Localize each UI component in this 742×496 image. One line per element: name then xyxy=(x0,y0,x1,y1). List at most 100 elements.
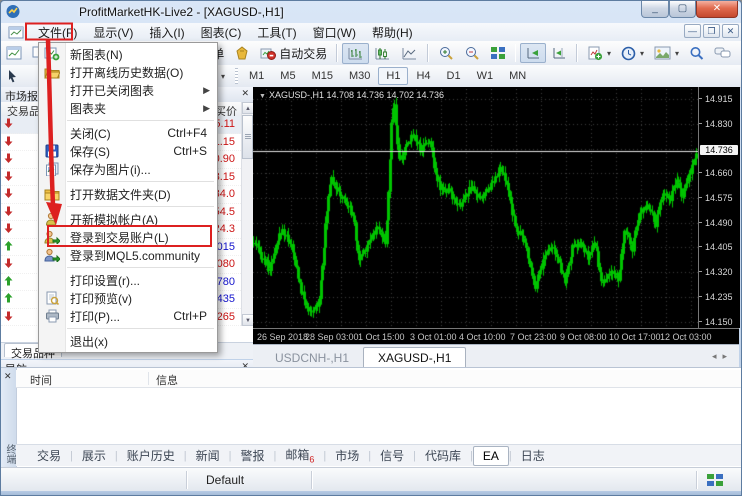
market-watch-close-icon[interactable]: ✕ xyxy=(241,88,249,99)
menu-separator xyxy=(67,328,214,329)
terminal-tab-账户历史[interactable]: 账户历史 xyxy=(118,445,184,466)
file-menu-item-2[interactable]: 打开已关闭图表▶ xyxy=(39,81,217,99)
periods-button[interactable]: ▾ xyxy=(616,43,649,64)
menubar-item-2[interactable]: 插入(I) xyxy=(141,22,192,43)
up-arrow-icon xyxy=(1,240,15,254)
terminal-tab-市场[interactable]: 市场 xyxy=(326,445,368,466)
chart-menu-icon[interactable]: ▼ xyxy=(259,93,266,100)
minimize-button[interactable]: _ xyxy=(641,1,669,18)
file-menu-dropdown: 新图表(N)打开离线历史数据(O)打开已关闭图表▶图表夹▶ 关闭(C)Ctrl+F… xyxy=(38,42,218,353)
file-menu-item-13[interactable]: 打印(P)...Ctrl+P xyxy=(39,307,217,325)
menubar-item-4[interactable]: 工具(T) xyxy=(249,22,304,43)
autotrading-button[interactable]: 自动交易 xyxy=(255,42,332,65)
scroll-thumb[interactable] xyxy=(242,115,253,159)
terminal-tab-警报[interactable]: 警报 xyxy=(232,445,274,466)
zoom-in-button[interactable] xyxy=(433,43,459,64)
menu-separator xyxy=(67,267,214,268)
file-menu-item-11[interactable]: 打印设置(r)... xyxy=(39,271,217,289)
terminal-tab-日志[interactable]: 日志 xyxy=(512,445,554,466)
maximize-button[interactable]: ▢ xyxy=(669,1,696,18)
candlestick-chart-button[interactable] xyxy=(369,43,396,64)
close-button[interactable]: ✕ xyxy=(696,1,738,18)
timeframe-m30[interactable]: M30 xyxy=(341,67,378,85)
menubar-item-6[interactable]: 帮助(H) xyxy=(364,22,421,43)
chart-tab-bar: USDCNH-,H1XAGUSD-,H1 ◂▸ xyxy=(253,344,739,368)
terminal-panel: ✕ 终端 时间 信息 交易|展示|账户历史|新闻|警报|邮箱6|市场|信号|代码… xyxy=(1,367,742,468)
price-axis[interactable]: 14.91514.83014.66014.57514.49014.40514.3… xyxy=(698,87,740,328)
timeframe-m1[interactable]: M1 xyxy=(241,67,272,85)
menubar-item-5[interactable]: 窗口(W) xyxy=(305,22,364,43)
profile-name[interactable]: Default xyxy=(206,473,244,487)
timeframe-m5[interactable]: M5 xyxy=(272,67,303,85)
terminal-tab-展示[interactable]: 展示 xyxy=(73,445,115,466)
menubar-item-1[interactable]: 显示(V) xyxy=(85,22,141,43)
file-menu-item-9[interactable]: 登录到交易账户(L) xyxy=(39,228,217,246)
timeframe-mn[interactable]: MN xyxy=(501,67,534,85)
chart-tab-xagusd-h1[interactable]: XAGUSD-,H1 xyxy=(363,347,466,368)
file-menu-item-12[interactable]: 打印预览(v) xyxy=(39,289,217,307)
mdi-restore-button[interactable]: ❐ xyxy=(703,24,720,38)
zoom-out-button[interactable] xyxy=(459,43,485,64)
time-axis-label: 12 Oct 03:00 xyxy=(660,332,712,342)
down-arrow-icon xyxy=(1,152,15,166)
price-chart[interactable] xyxy=(253,89,698,328)
community-chat-icon[interactable] xyxy=(709,43,737,63)
price-tick-mark xyxy=(699,222,702,223)
price-tick-mark xyxy=(699,98,702,99)
file-menu-item-7[interactable]: 打开数据文件夹(D) xyxy=(39,185,217,203)
chart-shift-button[interactable] xyxy=(546,43,572,63)
cursor-tool-icon[interactable] xyxy=(1,66,24,86)
mdi-close-button[interactable]: ✕ xyxy=(722,24,739,38)
timeframe-m15[interactable]: M15 xyxy=(304,67,341,85)
down-arrow-icon xyxy=(1,135,15,149)
line-chart-button[interactable] xyxy=(396,43,423,64)
terminal-tab-邮箱[interactable]: 邮箱6 xyxy=(276,444,323,466)
timeframe-d1[interactable]: D1 xyxy=(439,67,469,85)
print-icon xyxy=(39,309,65,323)
menubar-item-3[interactable]: 图表(C) xyxy=(193,22,250,43)
menubar-item-file[interactable]: 文件(F) xyxy=(30,22,85,43)
file-menu-item-4[interactable]: 关闭(C)Ctrl+F4 xyxy=(39,124,217,142)
submenu-arrow-icon: ▶ xyxy=(203,103,217,114)
timeframe-w1[interactable]: W1 xyxy=(469,67,502,85)
bar-chart-button[interactable] xyxy=(342,43,369,64)
terminal-tab-代码库[interactable]: 代码库 xyxy=(416,445,470,466)
time-axis-label: 3 Oct 01:00 xyxy=(410,332,457,342)
column-time[interactable]: 时间 xyxy=(30,372,52,388)
file-menu-item-6[interactable]: 保存为图片(i)... xyxy=(39,160,217,178)
price-tick-label: 14.150 xyxy=(705,317,733,327)
column-message[interactable]: 信息 xyxy=(156,372,178,388)
search-icon[interactable] xyxy=(684,43,709,64)
chart-window-icon xyxy=(8,26,24,39)
terminal-tab-信号[interactable]: 信号 xyxy=(371,445,413,466)
file-menu-item-5[interactable]: 保存(S)Ctrl+S xyxy=(39,142,217,160)
mql5-market-icon[interactable] xyxy=(229,43,255,63)
auto-scroll-button[interactable] xyxy=(520,43,546,63)
file-menu-item-10[interactable]: 登录到MQL5.community xyxy=(39,246,217,264)
tile-windows-button[interactable] xyxy=(485,43,511,63)
terminal-tab-新闻[interactable]: 新闻 xyxy=(187,445,229,466)
timeframe-h1[interactable]: H1 xyxy=(378,67,408,85)
file-menu-item-1[interactable]: 打开离线历史数据(O) xyxy=(39,63,217,81)
file-menu-item-8[interactable]: 开新模拟帐户(A) xyxy=(39,210,217,228)
file-menu-item-3[interactable]: 图表夹▶ xyxy=(39,99,217,117)
terminal-tabs: 交易|展示|账户历史|新闻|警报|邮箱6|市场|信号|代码库|EA|日志 xyxy=(16,444,742,466)
file-menu-item-14[interactable]: 退出(x) xyxy=(39,332,217,350)
indicators-button[interactable]: ▾ xyxy=(582,43,616,64)
price-tick-label: 14.235 xyxy=(705,292,733,302)
tab-scroll-arrows[interactable]: ◂▸ xyxy=(712,351,733,362)
new-chart-window-button[interactable] xyxy=(1,43,27,63)
print-preview-icon xyxy=(39,291,65,305)
terminal-tab-交易[interactable]: 交易 xyxy=(28,445,70,466)
templates-button[interactable]: ▾ xyxy=(649,43,684,63)
file-menu-item-0[interactable]: 新图表(N) xyxy=(39,45,217,63)
mail-badge: 6 xyxy=(309,455,314,465)
terminal-close-icon[interactable]: ✕ xyxy=(4,371,12,382)
file-menu-item-label: 打开数据文件夹(D) xyxy=(65,186,217,203)
terminal-tab-ea[interactable]: EA xyxy=(473,446,509,466)
timeframe-h4[interactable]: H4 xyxy=(408,67,438,85)
mdi-minimize-button[interactable]: — xyxy=(684,24,701,38)
price-tick-mark xyxy=(699,197,702,198)
time-axis[interactable]: 26 Sep 201828 Sep 03:001 Oct 15:003 Oct … xyxy=(253,328,739,345)
chart-tab-usdcnh-h1[interactable]: USDCNH-,H1 xyxy=(261,348,363,367)
